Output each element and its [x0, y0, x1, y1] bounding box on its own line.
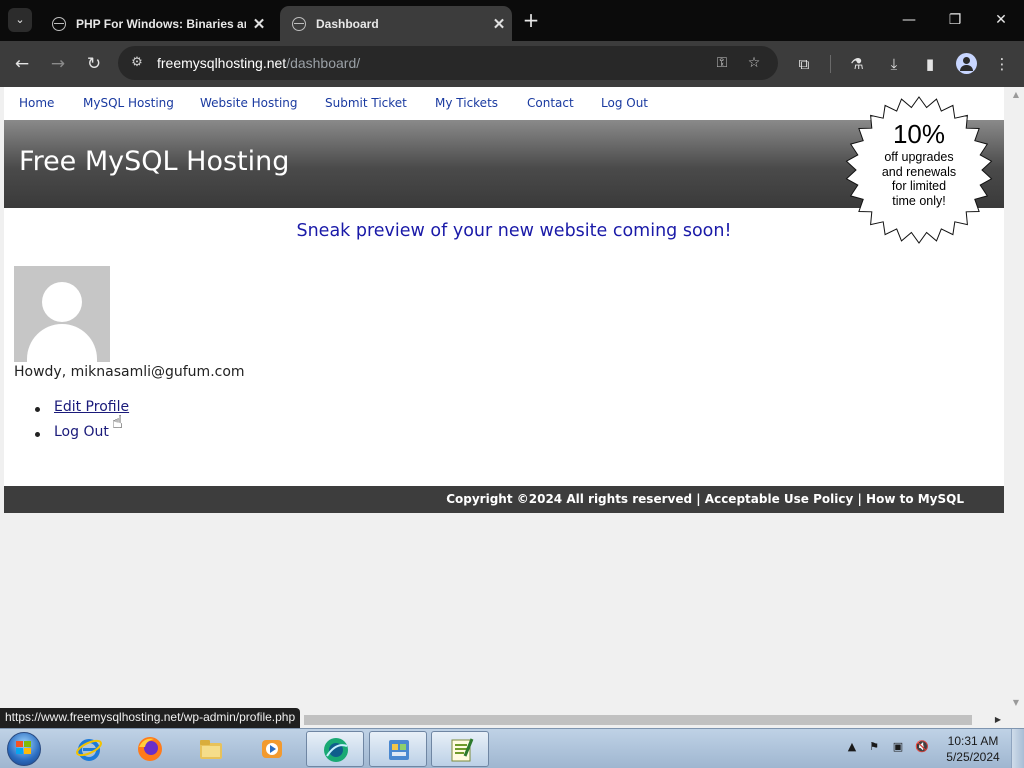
footer-text: Copyright ©2024 All rights reserved | Ac… [446, 492, 964, 506]
taskbar-notepad-plus[interactable] [431, 731, 489, 767]
volume-muted-icon[interactable]: 🔇 [914, 739, 930, 755]
globe-icon [292, 16, 306, 31]
promo-line: and renewals [881, 164, 957, 179]
show-desktop-button[interactable] [1011, 729, 1024, 768]
scroll-down-arrow-icon[interactable]: ▼ [1008, 695, 1024, 711]
url-text[interactable]: freemysqlhosting.net/dashboard/ [157, 55, 360, 71]
greeting-text: Howdy, miknasamli@gufum.com [14, 364, 245, 380]
back-button[interactable]: ← [8, 50, 36, 78]
tab-search-button[interactable]: ⌄ [8, 8, 32, 32]
clock-date: 5/25/2024 [946, 750, 1000, 764]
key-icon[interactable]: ⚿ [712, 53, 732, 73]
network-icon[interactable]: ▣ [890, 739, 906, 755]
profile-avatar-icon[interactable] [956, 53, 977, 74]
taskbar-internet-explorer[interactable] [60, 731, 118, 767]
notepad-icon [451, 738, 474, 762]
taskbar-file-explorer[interactable] [182, 731, 240, 767]
taskbar-media-player[interactable] [243, 731, 301, 767]
page-viewport: Home MySQL Hosting Website Hosting Submi… [0, 87, 1024, 728]
promo-line: time only! [892, 193, 946, 208]
scroll-up-arrow-icon[interactable]: ▲ [1008, 87, 1024, 103]
promo-line: for limited [891, 179, 947, 193]
nav-submit-ticket[interactable]: Submit Ticket [325, 96, 407, 110]
close-window-button[interactable]: ✕ [978, 6, 1024, 34]
forward-button[interactable]: → [44, 50, 72, 78]
taskbar-firefox[interactable] [121, 731, 179, 767]
tray-expand-icon[interactable]: ▲ [844, 739, 860, 755]
toolbar-divider [830, 55, 831, 73]
nav-contact[interactable]: Contact [527, 96, 574, 110]
log-out-link[interactable]: Log Out [54, 424, 109, 440]
windows-flag-icon [16, 741, 32, 755]
windows-taskbar: ▲ ⚑ ▣ 🔇 10:31 AM 5/25/2024 [0, 728, 1024, 768]
taskbar-control-panel[interactable] [369, 731, 427, 767]
start-button[interactable] [4, 730, 44, 768]
scrollbar-thumb[interactable] [304, 715, 972, 725]
media-player-icon [262, 740, 282, 758]
site-footer: Copyright ©2024 All rights reserved | Ac… [4, 486, 1004, 513]
site-info-icon[interactable]: ⚙ [128, 54, 146, 72]
folder-icon [200, 740, 222, 759]
tab-title: PHP For Windows: Binaries and [76, 16, 246, 31]
tab-dashboard[interactable]: Dashboard ✕ [280, 6, 512, 41]
nav-mysql-hosting[interactable]: MySQL Hosting [83, 96, 174, 110]
tab-title: Dashboard [316, 16, 379, 31]
internet-explorer-icon [76, 739, 102, 761]
reload-button[interactable]: ↻ [80, 50, 108, 78]
extensions-icon[interactable]: ⧉ [793, 53, 815, 75]
action-center-flag-icon[interactable]: ⚑ [866, 739, 882, 755]
address-bar[interactable]: ⚙ freemysqlhosting.net/dashboard/ ⚿ ☆ [118, 46, 778, 80]
taskbar-browser-active[interactable] [306, 731, 364, 767]
firefox-icon [138, 737, 162, 761]
promo-line: off upgrades [884, 150, 954, 164]
tab-close-icon[interactable]: ✕ [246, 15, 272, 33]
menu-kebab-icon[interactable]: ⋮ [991, 53, 1013, 75]
minimize-button[interactable]: — [886, 6, 932, 34]
bookmark-star-icon[interactable]: ☆ [744, 53, 764, 73]
tab-php-for-windows[interactable]: PHP For Windows: Binaries and ✕ [40, 6, 272, 41]
site-container: Home MySQL Hosting Website Hosting Submi… [4, 87, 1004, 513]
nav-website-hosting[interactable]: Website Hosting [200, 96, 298, 110]
browser-toolbar: ← → ↻ ⚙ freemysqlhosting.net/dashboard/ … [0, 41, 1024, 87]
side-panel-icon[interactable]: ▮ [919, 53, 941, 75]
new-tab-button[interactable]: + [520, 8, 542, 32]
hand-cursor-icon: ☝ [112, 412, 123, 433]
avatar-body [27, 324, 97, 362]
control-panel-icon [389, 740, 409, 760]
clock-time: 10:31 AM [947, 734, 999, 748]
site-title: Free MySQL Hosting [19, 146, 290, 177]
nav-home[interactable]: Home [19, 96, 54, 110]
browser-app-icon [324, 738, 348, 762]
promo-percent: 10% [892, 119, 946, 149]
preview-heading: Sneak preview of your new website coming… [296, 221, 732, 241]
nav-my-tickets[interactable]: My Tickets [435, 96, 498, 110]
scroll-right-arrow-icon[interactable]: ▶ [990, 712, 1006, 728]
labs-flask-icon[interactable]: ⚗ [846, 53, 868, 75]
tab-close-icon[interactable]: ✕ [486, 15, 512, 33]
avatar-head [42, 282, 82, 322]
download-icon[interactable]: ⤓ [883, 53, 905, 75]
globe-icon [52, 16, 66, 31]
system-clock[interactable]: 10:31 AM 5/25/2024 [938, 733, 1008, 765]
nav-log-out[interactable]: Log Out [601, 96, 648, 110]
restore-button[interactable]: ❐ [932, 6, 978, 34]
avatar [14, 266, 110, 362]
browser-tab-bar: ⌄ PHP For Windows: Binaries and ✕ Dashbo… [0, 0, 1024, 41]
status-bar-url: https://www.freemysqlhosting.net/wp-admi… [0, 708, 301, 728]
